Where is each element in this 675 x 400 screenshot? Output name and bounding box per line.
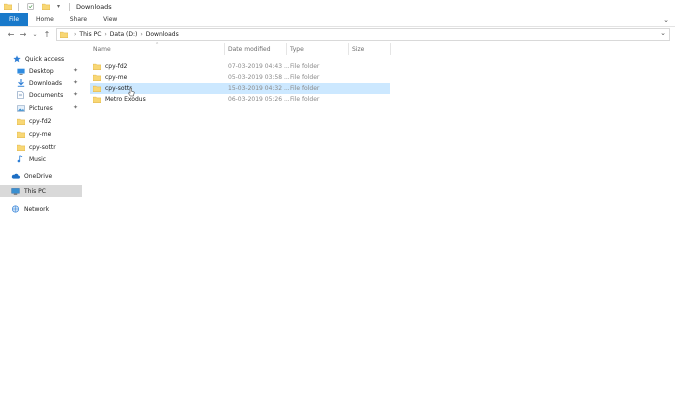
- nav-item-label: Quick access: [25, 55, 65, 63]
- nav-item-cpy-fd2[interactable]: cpy-fd2: [0, 115, 82, 127]
- pin-icon[interactable]: ✦: [73, 67, 78, 74]
- divider: [69, 2, 70, 11]
- folder-icon: [4, 3, 12, 10]
- nav-item-documents[interactable]: Documents ✦: [0, 89, 82, 101]
- file-date: 06-03-2019 05:26 ...: [228, 96, 290, 103]
- file-name-cell: Metro Exodus: [93, 94, 146, 105]
- nav-item-music[interactable]: Music: [0, 153, 82, 165]
- breadcrumb-data-drive[interactable]: Data (D:): [110, 31, 138, 38]
- column-header-name[interactable]: Name: [90, 43, 225, 55]
- nav-item-network[interactable]: Network: [0, 203, 82, 215]
- nav-item-label: cpy-fd2: [29, 117, 52, 125]
- tab-file[interactable]: File: [0, 13, 29, 26]
- divider: [18, 2, 19, 11]
- desktop-icon: [16, 67, 25, 75]
- tab-view[interactable]: View: [95, 13, 125, 26]
- file-row-metro-exodus[interactable]: Metro Exodus 06-03-2019 05:26 ... File f…: [90, 94, 390, 105]
- file-name: Metro Exodus: [105, 96, 146, 103]
- nav-item-cpy-me[interactable]: cpy-me: [0, 128, 82, 140]
- pin-icon[interactable]: ✦: [73, 104, 78, 111]
- nav-item-label: Music: [29, 155, 47, 163]
- folder-icon: [93, 63, 101, 70]
- file-name: cpy-fd2: [105, 63, 128, 70]
- folder-icon: [16, 130, 25, 138]
- picture-icon: [16, 104, 25, 112]
- title-bar: ▾ Downloads: [0, 0, 675, 13]
- nav-item-label: cpy-me: [29, 130, 52, 138]
- music-icon: [16, 155, 25, 163]
- nav-item-label: Downloads: [29, 79, 62, 87]
- file-row-cpy-fd2[interactable]: cpy-fd2 07-03-2019 04:43 ... File folder: [90, 61, 390, 72]
- forward-arrow-icon[interactable]: →: [18, 30, 28, 39]
- cloud-icon: [11, 172, 20, 180]
- ribbon: File Home Share View ⌄: [0, 13, 675, 27]
- file-type: File folder: [290, 85, 320, 92]
- breadcrumb-separator-icon[interactable]: ›: [140, 31, 142, 38]
- expand-ribbon-icon[interactable]: ⌄: [663, 16, 669, 24]
- file-row-cpy-sottr[interactable]: cpy-sottr 15-03-2019 04:32 ... File fold…: [90, 83, 390, 94]
- column-header-size[interactable]: Size: [349, 43, 391, 55]
- folder-icon: [93, 96, 101, 103]
- breadcrumb-this-pc[interactable]: This PC: [79, 31, 101, 38]
- folder-icon: [16, 143, 25, 151]
- document-icon: [16, 91, 25, 99]
- file-date: 15-03-2019 04:32 ...: [228, 85, 290, 92]
- folder-icon: [16, 117, 25, 125]
- file-date: 05-03-2019 03:58 ...: [228, 74, 290, 81]
- mouse-cursor-icon: [127, 87, 135, 97]
- nav-item-label: Documents: [29, 91, 64, 99]
- star-icon: [12, 55, 21, 63]
- nav-item-pictures[interactable]: Pictures ✦: [0, 102, 82, 114]
- folder-icon: [93, 74, 101, 81]
- nav-item-downloads[interactable]: Downloads ✦: [0, 77, 82, 89]
- breadcrumb-separator-icon[interactable]: ›: [74, 31, 76, 38]
- window-title: Downloads: [76, 2, 112, 11]
- nav-item-this-pc[interactable]: This PC: [0, 185, 82, 197]
- pin-icon[interactable]: ✦: [73, 91, 78, 98]
- column-header-date[interactable]: Date modified: [225, 43, 287, 55]
- breadcrumb-downloads[interactable]: Downloads: [146, 31, 179, 38]
- nav-item-label: Pictures: [29, 104, 53, 112]
- navigation-bar: ← → ⌄ ↑ › This PC › Data (D:) › Download…: [0, 27, 675, 42]
- folder-icon: [93, 85, 101, 92]
- network-icon: [11, 205, 20, 213]
- new-folder-icon[interactable]: [42, 3, 50, 10]
- pin-icon[interactable]: ✦: [73, 79, 78, 86]
- customize-toolbar-icon[interactable]: ▾: [57, 3, 63, 10]
- nav-item-label: Network: [24, 205, 50, 213]
- file-name-cell: cpy-sottr: [93, 83, 132, 94]
- nav-item-label: This PC: [24, 187, 46, 195]
- nav-item-desktop[interactable]: Desktop ✦: [0, 65, 82, 77]
- file-type: File folder: [290, 96, 320, 103]
- up-arrow-icon[interactable]: ↑: [42, 30, 52, 39]
- file-type: File folder: [290, 74, 320, 81]
- file-row-cpy-me[interactable]: cpy-me 05-03-2019 03:58 ... File folder: [90, 72, 390, 83]
- file-name: cpy-me: [105, 74, 128, 81]
- nav-item-label: OneDrive: [24, 172, 53, 180]
- breadcrumb-separator-icon[interactable]: ›: [104, 31, 106, 38]
- nav-item-onedrive[interactable]: OneDrive: [0, 170, 82, 182]
- back-arrow-icon[interactable]: ←: [6, 30, 16, 39]
- nav-item-quick-access[interactable]: Quick access: [0, 53, 82, 65]
- column-header-type[interactable]: Type: [287, 43, 349, 55]
- folder-icon: [60, 31, 68, 38]
- download-icon: [16, 79, 25, 87]
- recent-locations-icon[interactable]: ⌄: [30, 31, 40, 38]
- file-explorer-window: ▾ Downloads File Home Share View ⌄ ← → ⌄…: [0, 0, 675, 400]
- address-dropdown-icon[interactable]: ⌄: [660, 29, 666, 37]
- file-list: ⌃ Name Date modified Type Size cpy-fd2 0…: [90, 42, 675, 400]
- nav-item-cpy-sottr[interactable]: cpy-sottr: [0, 141, 82, 153]
- nav-item-label: Desktop: [29, 67, 54, 75]
- computer-icon: [11, 187, 20, 195]
- file-name-cell: cpy-fd2: [93, 61, 127, 72]
- navigation-pane: Quick access Desktop ✦ Downloads ✦ Docum…: [0, 49, 82, 400]
- file-name-cell: cpy-me: [93, 72, 127, 83]
- tab-home[interactable]: Home: [28, 13, 62, 26]
- file-date: 07-03-2019 04:43 ...: [228, 63, 290, 70]
- file-type: File folder: [290, 63, 320, 70]
- address-bar[interactable]: › This PC › Data (D:) › Downloads ⌄: [56, 28, 670, 41]
- tab-share[interactable]: Share: [62, 13, 95, 26]
- properties-icon[interactable]: [27, 3, 35, 10]
- nav-item-label: cpy-sottr: [29, 143, 56, 151]
